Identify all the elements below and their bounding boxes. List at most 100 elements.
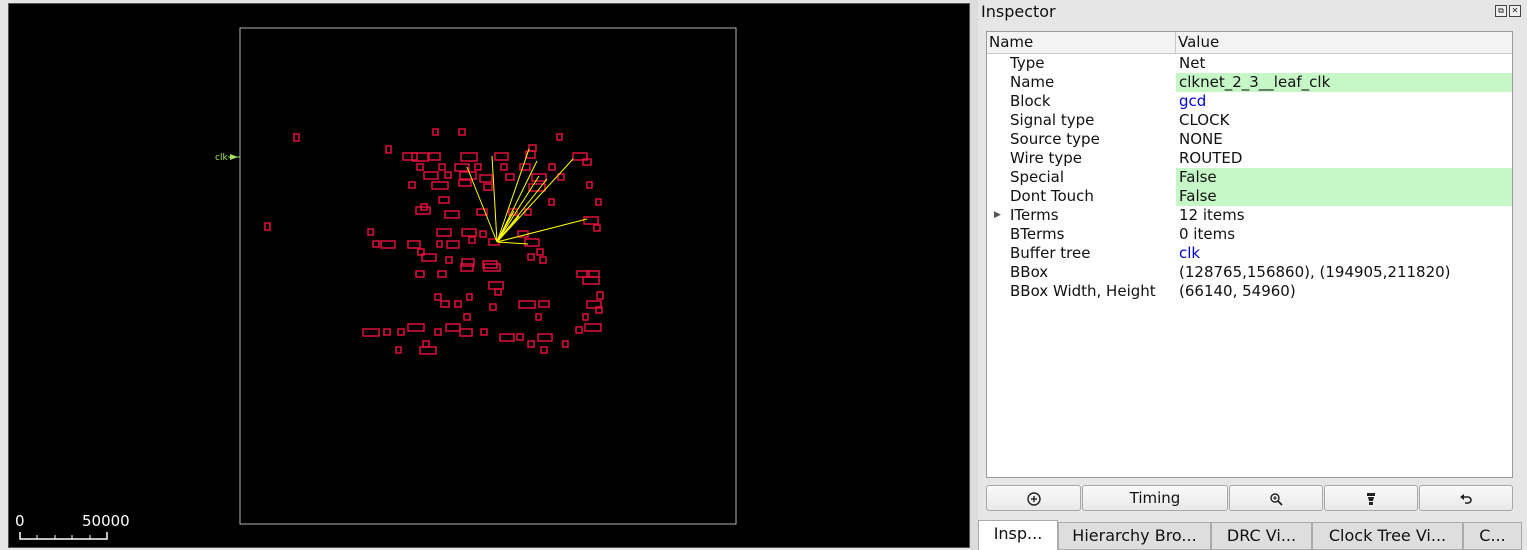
cell-instance[interactable] — [548, 198, 555, 206]
cell-instance[interactable] — [539, 256, 547, 264]
tab-more[interactable]: C... — [1463, 522, 1522, 550]
cell-instance[interactable] — [432, 128, 439, 136]
cell-instance[interactable] — [367, 228, 374, 236]
layout-canvas[interactable]: clk 0 50000 — [9, 4, 969, 547]
cell-instance[interactable] — [428, 152, 441, 161]
close-dock-icon[interactable]: ✕ — [1509, 5, 1521, 17]
cell-instance[interactable] — [463, 313, 471, 321]
layout-viewer[interactable]: clk 0 50000 — [8, 3, 970, 548]
buffer-tree-link[interactable]: clk — [1176, 244, 1512, 263]
back-button[interactable] — [1419, 485, 1513, 511]
cell-instance[interactable] — [535, 313, 542, 321]
cell-instance[interactable] — [519, 163, 531, 171]
cell-instance[interactable] — [444, 171, 452, 179]
cell-instances[interactable] — [264, 128, 604, 355]
block-link[interactable]: gcd — [1176, 92, 1512, 111]
cell-instance[interactable] — [395, 346, 402, 354]
table-row[interactable]: BBox (128765,156860), (194905,211820) — [987, 263, 1512, 282]
cell-instance[interactable] — [586, 181, 593, 189]
cell-instance[interactable] — [372, 240, 380, 248]
cell-instance[interactable] — [446, 240, 460, 249]
highlight-button[interactable] — [1324, 485, 1418, 511]
cell-instance[interactable] — [583, 216, 599, 225]
cell-instance[interactable] — [527, 340, 535, 348]
cell-instance[interactable] — [460, 152, 478, 162]
cell-instance[interactable] — [556, 133, 563, 141]
cell-instance[interactable] — [436, 240, 443, 248]
cell-instance[interactable] — [468, 236, 476, 244]
cell-instance[interactable] — [479, 230, 487, 238]
cell-instance[interactable] — [538, 300, 550, 308]
tab-inspector[interactable]: Insp... — [978, 520, 1058, 550]
cell-instance[interactable] — [458, 128, 466, 136]
cell-instance[interactable] — [380, 240, 396, 249]
cell-instance[interactable] — [408, 181, 416, 189]
cell-instance[interactable] — [445, 256, 453, 264]
column-header-name[interactable]: Name — [989, 33, 1033, 51]
cell-instance[interactable] — [454, 300, 462, 308]
zoom-to-button[interactable] — [1229, 485, 1323, 511]
expand-arrow-icon[interactable]: ▶ — [994, 206, 1001, 225]
table-row[interactable]: Special False — [987, 168, 1512, 187]
cell-instance[interactable] — [434, 328, 442, 336]
cell-instance[interactable] — [596, 291, 604, 300]
property-value-editable[interactable]: False — [1176, 187, 1512, 206]
dock-splitter[interactable] — [970, 0, 978, 550]
cell-instance[interactable] — [407, 323, 425, 332]
cell-instance[interactable] — [527, 253, 535, 261]
cell-instance[interactable] — [416, 163, 424, 171]
property-table[interactable]: Name Value Type Net Name clknet_2_3__lea… — [986, 31, 1513, 478]
tab-hierarchy-browser[interactable]: Hierarchy Bro... — [1058, 522, 1211, 550]
cell-instance[interactable] — [483, 183, 493, 191]
cell-instance[interactable] — [531, 173, 547, 182]
cell-instance[interactable] — [402, 152, 418, 161]
cell-instance[interactable] — [362, 328, 380, 337]
cell-instance[interactable] — [494, 288, 502, 296]
table-row[interactable]: Signal type CLOCK — [987, 111, 1512, 130]
cell-instance[interactable] — [436, 228, 452, 237]
cell-instance[interactable] — [488, 281, 504, 290]
cell-instance[interactable] — [494, 152, 509, 161]
focus-button[interactable] — [986, 485, 1081, 511]
cell-instance[interactable] — [536, 248, 544, 256]
cell-instance[interactable] — [431, 181, 449, 190]
cell-instance[interactable] — [383, 328, 391, 336]
cell-instance[interactable] — [593, 224, 601, 232]
cell-instance[interactable] — [562, 340, 569, 348]
table-row[interactable]: Source type NONE — [987, 130, 1512, 149]
table-row[interactable]: ▶ ITerms 12 items — [987, 206, 1512, 225]
cell-instance[interactable] — [524, 238, 540, 247]
table-row[interactable]: BBox Width, Height (66140, 54960) — [987, 282, 1512, 301]
cell-instance[interactable] — [516, 333, 524, 341]
cell-instance[interactable] — [444, 210, 460, 219]
cell-instance[interactable] — [548, 163, 556, 171]
cell-instance[interactable] — [528, 144, 537, 152]
cell-instance[interactable] — [466, 293, 473, 301]
cell-instance[interactable] — [460, 263, 474, 272]
cell-instance[interactable] — [500, 163, 508, 171]
table-row[interactable]: Name clknet_2_3__leaf_clk — [987, 73, 1512, 92]
cell-instance[interactable] — [499, 333, 515, 342]
cell-instance[interactable] — [518, 300, 536, 309]
column-header-value[interactable]: Value — [1178, 33, 1219, 51]
cell-instance[interactable] — [385, 145, 392, 154]
cell-instance[interactable] — [438, 196, 450, 204]
cell-instance[interactable] — [540, 346, 548, 354]
cell-instance[interactable] — [422, 340, 430, 348]
property-value-editable[interactable]: clknet_2_3__leaf_clk — [1176, 73, 1512, 92]
table-row[interactable]: Type Net — [987, 54, 1512, 73]
table-row[interactable]: Buffer tree clk — [987, 244, 1512, 263]
cell-instance[interactable] — [505, 173, 515, 181]
cell-instance[interactable] — [445, 323, 461, 332]
cell-instance[interactable] — [582, 276, 600, 285]
cell-instance[interactable] — [458, 179, 472, 187]
cell-instance[interactable] — [437, 270, 447, 278]
cell-instance[interactable] — [434, 293, 442, 301]
table-row[interactable]: BTerms 0 items — [987, 225, 1512, 244]
cell-instance[interactable] — [423, 171, 439, 180]
cell-instance[interactable] — [489, 303, 497, 311]
cell-instance[interactable] — [474, 163, 482, 171]
cell-instance[interactable] — [419, 346, 437, 355]
cell-instance[interactable] — [582, 313, 589, 321]
property-value-editable[interactable]: False — [1176, 168, 1512, 187]
